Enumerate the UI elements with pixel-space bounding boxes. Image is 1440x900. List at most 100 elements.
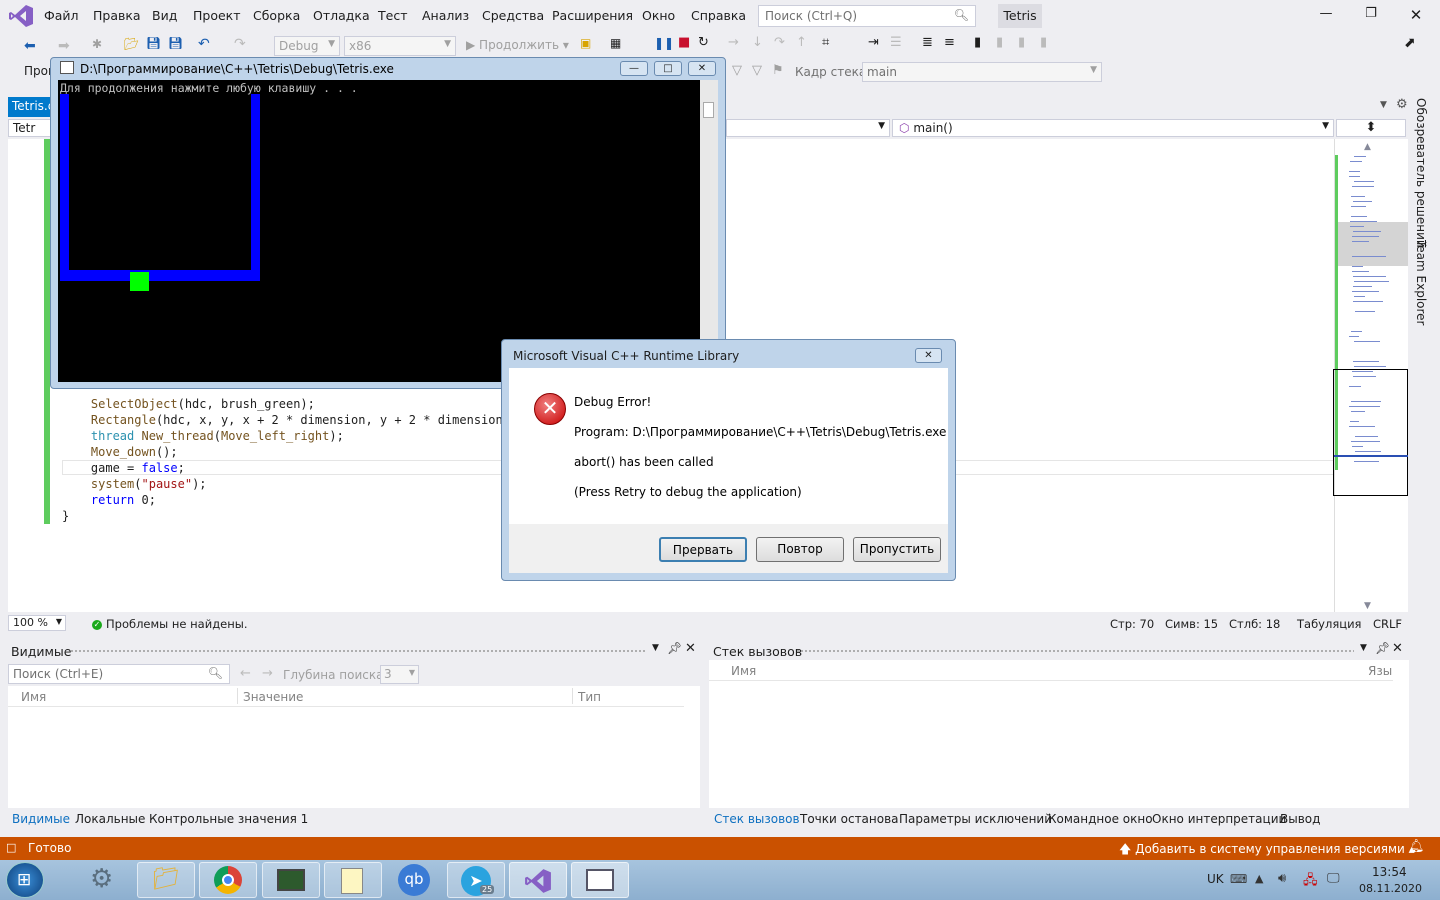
ignore-button[interactable]: Пропустить (853, 537, 941, 562)
vcs-button[interactable]: 🡅︎ Добавить в систему управления версиям… (1119, 840, 1415, 861)
panel-close-icon[interactable]: ✕ (685, 641, 696, 656)
keyboard-icon[interactable]: ⌨ (1230, 872, 1247, 886)
taskbar-qbittorrent-app[interactable]: qb (386, 862, 444, 898)
undo-icon[interactable]: ↶ (198, 36, 210, 52)
taskbar-chrome-app[interactable] (199, 862, 257, 898)
taskbar-console-app[interactable] (571, 862, 629, 898)
retry-button[interactable]: Повтор (756, 537, 844, 562)
eol-indicator[interactable]: CRLF (1373, 617, 1402, 631)
stack-frame-select[interactable]: main ▼ (862, 62, 1102, 82)
dialog-close-button[interactable]: ✕ (915, 348, 942, 363)
back-icon[interactable]: ⬅︎ (24, 38, 36, 54)
menu-item[interactable]: Сборка (253, 8, 300, 23)
debug-tab[interactable]: Параметры исключений (899, 812, 1052, 826)
watch-tab[interactable]: Локальные (75, 812, 145, 826)
new-project-icon[interactable]: ✱ (92, 37, 102, 51)
threads-icon[interactable]: ⇥ (868, 35, 879, 50)
menu-item[interactable]: Отладка (313, 8, 370, 23)
network-icon[interactable]: 🖧︎ (1303, 871, 1318, 893)
bookmark-icon[interactable]: ▮ (974, 35, 981, 50)
column-name[interactable]: Имя (21, 690, 46, 704)
config-select[interactable]: Debug ▼ (274, 36, 340, 56)
save-all-icon[interactable]: 💾︎ (168, 36, 183, 50)
redo-icon[interactable]: ↷ (234, 36, 246, 52)
search-depth-select[interactable]: 3 ▼ (380, 665, 419, 684)
console-minimize-button[interactable]: — (620, 61, 648, 76)
taskbar-visual-studio-app[interactable] (509, 862, 567, 898)
menu-item[interactable]: Средства (482, 8, 544, 23)
search-forward-icon[interactable]: → (262, 666, 273, 681)
project-nav-select[interactable]: Tetr (8, 119, 54, 137)
code-line[interactable]: Rectangle(hdc, x, y, x + 2 * dimension, … (62, 412, 517, 428)
solution-explorer-tab[interactable]: Обозреватель решений (1414, 98, 1428, 248)
show-next-statement-icon[interactable]: → (728, 35, 739, 50)
split-editor-button[interactable]: ⬍ (1336, 119, 1406, 137)
code-line[interactable]: } (62, 508, 517, 524)
menu-item[interactable]: Вид (152, 8, 177, 23)
code-line[interactable]: Move_down(); (62, 444, 517, 460)
pause-icon[interactable]: ❚❚ (654, 36, 674, 50)
menu-item[interactable]: Справка (691, 8, 746, 23)
watch-tab[interactable]: Контрольные значения 1 (149, 812, 308, 826)
column-language[interactable]: Язы (1368, 664, 1392, 678)
hex-icon[interactable]: ⌗ (822, 35, 829, 50)
taskbar-notepad-app[interactable] (324, 862, 382, 898)
search-back-icon[interactable]: ← (240, 666, 251, 681)
step-out-icon[interactable]: ↑ (796, 35, 807, 50)
console-output[interactable] (58, 80, 700, 382)
filter-clear-icon[interactable]: ▽ (752, 63, 762, 78)
watch-tab[interactable]: Видимые (12, 812, 70, 826)
scroll-up-icon[interactable]: ▲ (1364, 142, 1371, 152)
panel-menu-icon[interactable]: ▼ (1360, 643, 1367, 653)
restart-icon[interactable]: ↻ (698, 35, 709, 50)
continue-button[interactable]: ▶ Продолжить ▾ (466, 38, 569, 52)
stop-icon[interactable]: ■ (678, 35, 690, 50)
watch-grid[interactable] (8, 686, 700, 808)
document-tab[interactable]: Tetris.c (8, 97, 52, 117)
live-share-icon[interactable]: ⬈ (1404, 35, 1416, 51)
menu-item[interactable]: Окно (642, 8, 675, 23)
code-line[interactable]: system("pause"); (62, 476, 517, 492)
panel-menu-icon[interactable]: ▼ (652, 643, 659, 653)
zoom-select[interactable]: 100 % ▼ (8, 615, 66, 631)
function-nav-select[interactable]: ⬡ main() ▼ (892, 119, 1334, 137)
debug-tab[interactable]: Стек вызовов (714, 812, 800, 826)
team-explorer-tab[interactable]: Team Explorer (1414, 240, 1428, 326)
code-line[interactable]: return 0; (62, 492, 517, 508)
taskbar-settings-app[interactable]: ⚙ (82, 862, 126, 898)
clock-time[interactable]: 13:54 (1372, 865, 1407, 879)
forward-icon[interactable]: ➡︎ (58, 38, 70, 54)
language-indicator[interactable]: UK (1207, 872, 1224, 886)
platform-select[interactable]: x86 ▼ (344, 36, 456, 56)
close-button[interactable]: ✕ (1406, 6, 1426, 26)
minimize-button[interactable]: — (1316, 6, 1336, 26)
scroll-thumb[interactable] (703, 102, 714, 118)
taskbar-terminal-app[interactable] (262, 862, 320, 898)
tabs-indicator[interactable]: Табуляция (1297, 617, 1361, 631)
minimap-viewport[interactable] (1333, 369, 1408, 496)
console-close-button[interactable]: ✕ (688, 61, 716, 76)
code-line[interactable]: game = false; (62, 460, 517, 476)
pin-icon[interactable]: 📌︎ (1375, 641, 1390, 655)
clear-bookmarks-icon[interactable]: ▮ (1040, 35, 1047, 50)
clock-date[interactable]: 08.11.2020 (1359, 882, 1422, 895)
save-icon[interactable]: 💾︎ (146, 36, 161, 50)
flag-icon[interactable]: ⚑ (772, 63, 784, 78)
abort-button[interactable]: Прервать (659, 537, 747, 562)
comment-icon[interactable]: ≡ (944, 35, 955, 50)
debug-tab[interactable]: Вывод (1280, 812, 1320, 826)
volume-icon[interactable]: 🔊︎ (1278, 871, 1286, 886)
watch-search-input[interactable]: Поиск (Ctrl+E) 🔍︎ (8, 664, 230, 684)
menu-item[interactable]: Тест (378, 8, 407, 23)
debug-tab[interactable]: Командное окно (1048, 812, 1153, 826)
visual-studio-logo-icon[interactable] (8, 4, 34, 28)
quick-search-input[interactable]: Поиск (Ctrl+Q) 🔍︎ (758, 5, 976, 27)
fire-icon[interactable]: ▣ (580, 36, 591, 50)
code-line[interactable]: thread New_thread(Move_left_right); (62, 428, 517, 444)
prev-bookmark-icon[interactable]: ▮ (996, 35, 1003, 50)
menu-item[interactable]: Проект (193, 8, 241, 23)
console-scrollbar[interactable] (700, 80, 718, 382)
menu-item[interactable]: Расширения (552, 8, 633, 23)
panel-close-icon[interactable]: ✕ (1392, 641, 1403, 656)
scope-nav-select[interactable]: ▼ (726, 119, 890, 137)
